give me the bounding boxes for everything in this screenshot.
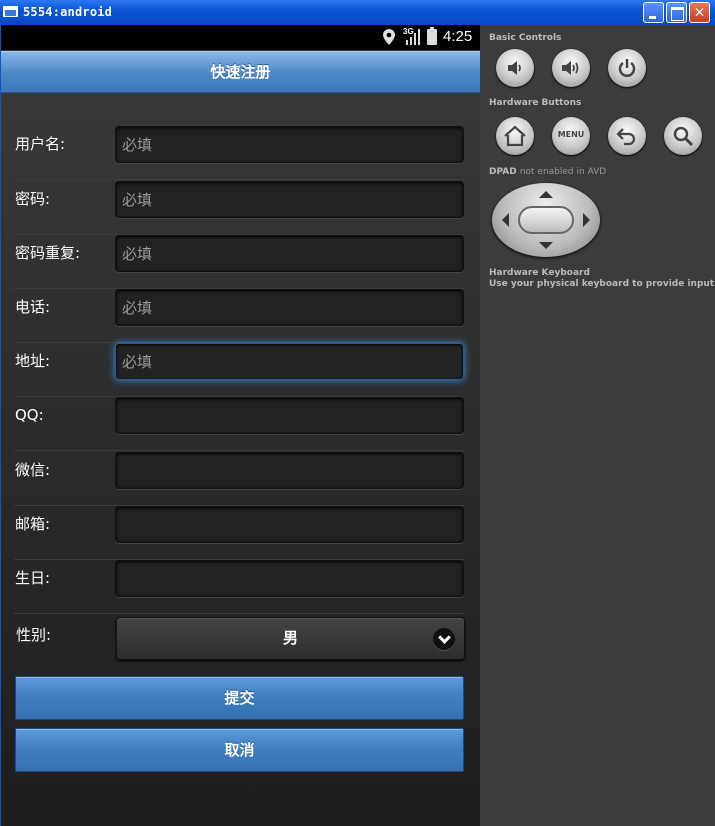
- page-title: 快速注册: [1, 51, 480, 93]
- volume-up-icon: [562, 61, 579, 75]
- email-input[interactable]: [115, 506, 464, 543]
- phone-label: 电话:: [15, 298, 51, 316]
- dpad-right-arrow-icon[interactable]: [583, 213, 590, 227]
- address-input[interactable]: [115, 343, 464, 380]
- gender-label: 性别:: [16, 626, 52, 644]
- form-row-birthday: 生日:: [14, 560, 464, 614]
- window-title: 5554:android: [23, 5, 113, 19]
- password-input[interactable]: [115, 181, 464, 218]
- gender-select[interactable]: 男: [116, 617, 465, 660]
- basic-controls-title: Basic Controls: [489, 33, 562, 43]
- home-icon: [504, 125, 526, 147]
- birthday-label: 生日:: [15, 569, 51, 587]
- search-icon: [673, 126, 694, 147]
- form-row-qq: QQ:: [14, 397, 464, 451]
- form-row-address: 地址:: [14, 343, 464, 397]
- form-row-username: 用户名:: [14, 126, 464, 180]
- gender-selected-value: 男: [282, 629, 298, 647]
- form-row-email: 邮箱:: [14, 506, 464, 560]
- location-pin-icon: [383, 29, 395, 45]
- minimize-button[interactable]: [643, 2, 664, 23]
- submit-button[interactable]: 提交: [15, 676, 464, 720]
- back-icon: [616, 128, 636, 146]
- signal-icon: [406, 29, 420, 45]
- close-icon: ✕: [694, 2, 705, 22]
- home-button[interactable]: [496, 117, 534, 155]
- chevron-down-icon: [433, 628, 455, 650]
- username-label: 用户名:: [15, 135, 66, 153]
- keyboard-note: Use your physical keyboard to provide in…: [489, 279, 715, 289]
- password-label: 密码:: [15, 190, 51, 208]
- emulator-control-panel: Basic Controls Hardware Buttons MENU DPA…: [480, 25, 715, 826]
- menu-button[interactable]: MENU: [552, 117, 590, 155]
- close-button[interactable]: ✕: [689, 2, 710, 23]
- volume-up-button[interactable]: [552, 49, 590, 87]
- phone-input[interactable]: [115, 289, 464, 326]
- dpad-left-arrow-icon[interactable]: [502, 213, 509, 227]
- power-button[interactable]: [608, 49, 646, 87]
- qq-label: QQ:: [15, 406, 44, 424]
- birthday-input[interactable]: [115, 560, 464, 597]
- dpad-down-arrow-icon[interactable]: [539, 242, 553, 249]
- dpad-label: DPAD: [489, 167, 517, 177]
- window-titlebar[interactable]: 5554:android ✕: [0, 0, 715, 25]
- power-icon: [618, 59, 636, 77]
- battery-icon: [427, 27, 437, 45]
- form-row-password-repeat: 密码重复:: [14, 235, 464, 289]
- dpad[interactable]: [492, 183, 600, 257]
- wechat-input[interactable]: [115, 452, 464, 489]
- search-button[interactable]: [664, 117, 702, 155]
- app-window-icon: [3, 6, 18, 17]
- dpad-note: not enabled in AVD: [519, 167, 607, 177]
- cancel-button[interactable]: 取消: [15, 728, 464, 772]
- volume-down-button[interactable]: [496, 49, 534, 87]
- dpad-up-arrow-icon[interactable]: [539, 191, 553, 198]
- dpad-title: DPAD not enabled in AVD: [489, 167, 606, 177]
- password-repeat-input[interactable]: [115, 235, 464, 272]
- status-bar: 3G 4:25: [1, 25, 480, 50]
- maximize-button[interactable]: [666, 2, 687, 23]
- qq-input[interactable]: [115, 397, 464, 434]
- email-label: 邮箱:: [15, 515, 51, 533]
- form-row-phone: 电话:: [14, 289, 464, 343]
- clock: 4:25: [443, 28, 473, 45]
- volume-down-icon: [508, 61, 521, 75]
- address-label: 地址:: [15, 352, 51, 370]
- dpad-center-button[interactable]: [518, 206, 574, 234]
- wechat-label: 微信:: [15, 461, 51, 479]
- keyboard-title: Hardware Keyboard: [489, 268, 590, 278]
- back-button[interactable]: [608, 117, 646, 155]
- password-repeat-label: 密码重复:: [15, 244, 81, 262]
- form-row-password: 密码:: [14, 181, 464, 235]
- hardware-buttons-title: Hardware Buttons: [489, 98, 582, 108]
- username-input[interactable]: [115, 126, 464, 163]
- menu-label: MENU: [557, 130, 585, 139]
- form-row-wechat: 微信:: [14, 452, 464, 506]
